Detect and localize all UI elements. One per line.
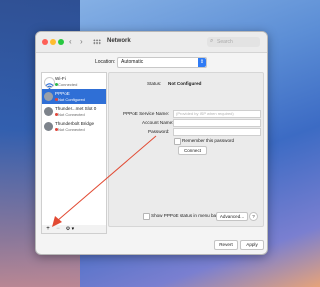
annotation-arrow bbox=[52, 135, 157, 227]
